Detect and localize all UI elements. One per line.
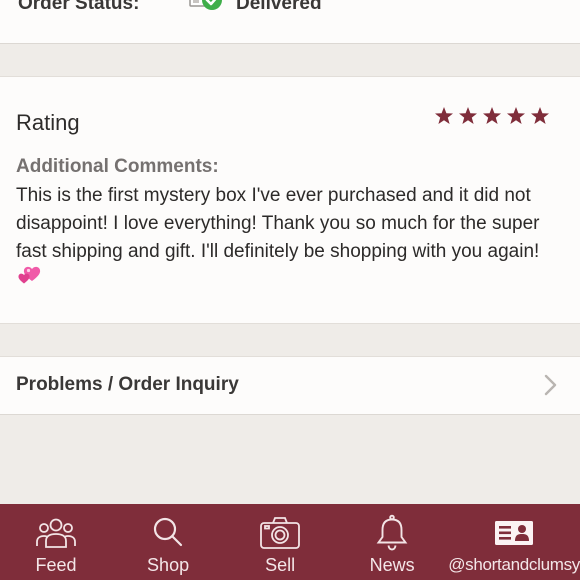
star-icon bbox=[435, 107, 453, 124]
comments-label: Additional Comments: bbox=[16, 156, 219, 177]
tab-profile[interactable]: @shortandclumsy bbox=[448, 504, 580, 580]
tab-shop-label: Shop bbox=[147, 555, 190, 575]
comments-body: This is the first mystery box I've ever … bbox=[16, 185, 540, 262]
order-status-row: Order Status: Delivered bbox=[18, 0, 322, 16]
search-icon bbox=[153, 517, 183, 547]
star-icon bbox=[483, 107, 501, 124]
order-status-value: Delivered bbox=[236, 0, 322, 14]
bell-icon bbox=[376, 514, 408, 551]
tab-feed[interactable]: Feed bbox=[0, 504, 112, 580]
star-rating bbox=[434, 106, 550, 126]
profile-card-icon bbox=[495, 521, 534, 545]
order-inquiry-label: Problems / Order Inquiry bbox=[16, 374, 239, 395]
tab-news-label: News bbox=[369, 555, 415, 575]
tab-feed-label: Feed bbox=[35, 555, 77, 575]
star-icon bbox=[507, 107, 525, 124]
two-hearts-emoji bbox=[16, 266, 44, 288]
tab-sell[interactable]: Sell bbox=[224, 504, 336, 580]
order-status-label: Order Status: bbox=[18, 0, 140, 14]
camera-icon bbox=[260, 517, 301, 549]
tab-profile-label: @shortandclumsy bbox=[448, 555, 580, 574]
delivered-check-icon bbox=[188, 0, 228, 16]
rating-panel: Rating Additional Comments: This is the … bbox=[0, 76, 580, 324]
order-inquiry-row[interactable]: Problems / Order Inquiry bbox=[0, 356, 580, 415]
tab-news[interactable]: News bbox=[336, 504, 448, 580]
chevron-right-icon bbox=[544, 374, 557, 396]
tab-shop[interactable]: Shop bbox=[112, 504, 224, 580]
bottom-tab-bar: Feed Shop Sell News @shortandclumsy bbox=[0, 504, 580, 580]
star-icon bbox=[531, 107, 549, 124]
people-icon bbox=[36, 518, 76, 548]
star-icon bbox=[459, 107, 477, 124]
rating-title: Rating bbox=[16, 110, 80, 135]
tab-sell-label: Sell bbox=[265, 555, 296, 575]
comments-text: This is the first mystery box I've ever … bbox=[16, 182, 564, 294]
order-status-panel: Order Status: Delivered bbox=[0, 0, 580, 44]
